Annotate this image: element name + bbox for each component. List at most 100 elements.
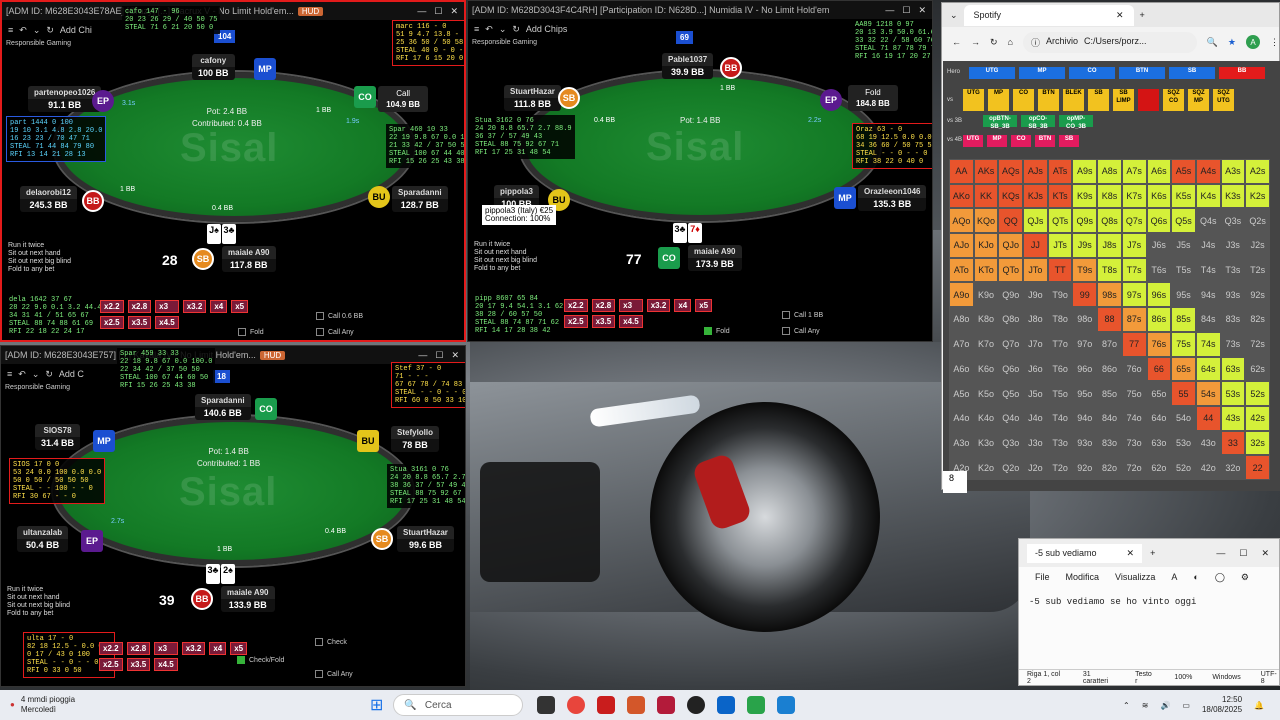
menu-icon[interactable]: ≡ [474,24,479,34]
hand-cell-52o[interactable]: 52o [1171,455,1196,480]
sitout-next-hand-option[interactable]: Sit out next hand [474,249,537,257]
hand-cell-87o[interactable]: 87o [1097,331,1122,357]
hand-cell-Q6o[interactable]: Q6o [998,356,1024,382]
hand-cell-KK[interactable]: KK [973,183,999,209]
hand-cell-JTo[interactable]: JTo [1023,257,1048,283]
bet-button[interactable]: x2.8 [591,299,616,312]
fold-to-any-bet-option[interactable]: Fold to any bet [8,266,71,274]
check-checkbox[interactable]: Check [315,638,347,646]
tab-close-icon[interactable]: ✕ [1127,548,1135,559]
task-view-icon[interactable] [537,696,556,714]
sitout-next-bb-option[interactable]: Sit out next big blind [7,602,70,610]
seat-stuarthazar[interactable]: StuartHazar 111.8 BB [504,85,561,111]
hud-aa89[interactable]: AA89 1218 0 97 20 13 3.9 50.0 61.6 67.7 … [852,19,932,63]
hand-cell-A4o[interactable]: A4o [949,405,974,431]
hand-cell-96s[interactable]: 96s [1146,282,1172,308]
seat-pable1037[interactable]: Pable1037 39.9 BB [662,53,714,79]
menu-edit[interactable]: Modifica [1066,572,1100,582]
hand-cell-KTs[interactable]: KTs [1047,183,1073,209]
hand-cell-T7s[interactable]: T7s [1121,257,1147,283]
hand-cell-Q5s[interactable]: Q5s [1171,208,1196,234]
hand-cell-J7s[interactable]: J7s [1121,233,1147,258]
hand-cell-KQs[interactable]: KQs [998,183,1024,209]
hand-cell-82s[interactable]: 82s [1245,307,1270,332]
hand-cell-J5o[interactable]: J5o [1023,381,1048,406]
undo-icon[interactable]: ↶ [18,369,26,380]
hand-cell-K8s[interactable]: K8s [1097,183,1122,209]
hand-cell-K2o[interactable]: K2o [973,455,999,480]
poker-app-icon[interactable] [597,696,616,714]
hand-cell-J3s[interactable]: J3s [1220,233,1246,258]
hand-cell-Q4s[interactable]: Q4s [1195,208,1221,234]
hand-cell-Q9o[interactable]: Q9o [998,282,1024,308]
hud-pipp[interactable]: pipp 8607 65 84 20 17 9.4 54.1 3.1 62.1 … [472,293,575,337]
notepad-titlebar[interactable]: -5 sub vediamo ✕ + — ☐ ✕ [1019,539,1279,567]
hand-cell-J6o[interactable]: J6o [1023,356,1048,382]
hand-cell-K5o[interactable]: K5o [973,381,999,406]
hand-cell-86s[interactable]: 86s [1146,307,1172,332]
hud-spar[interactable]: Spar 459 33 33 22 18 9.8 67 0.0 100.0 22… [117,348,216,392]
sitout-next-bb-option[interactable]: Sit out next big blind [8,258,71,266]
maximize-icon[interactable]: ☐ [1239,548,1247,559]
hand-cell-T2o[interactable]: T2o [1047,455,1073,480]
hand-cell-Q2s[interactable]: Q2s [1245,208,1270,234]
hand-cell-74s[interactable]: 74s [1195,331,1221,357]
hand-cell-97o[interactable]: 97o [1072,331,1098,357]
hand-cell-Q8s[interactable]: Q8s [1097,208,1122,234]
vsBtns-btn-1[interactable]: MP [988,89,1009,111]
fold-checkbox[interactable]: Fold [238,328,264,336]
run-it-twice-option[interactable]: Run it twice [7,586,70,594]
menu-icon[interactable]: ≡ [7,369,12,379]
hand-cell-ATs[interactable]: ATs [1047,159,1073,184]
browser-window-range-chart[interactable]: ⌄ Spotify ✕ + ← → ↻ ⌂ ⓘ Archivio C:/User… [941,2,1280,493]
hand-cell-Q3o[interactable]: Q3o [998,430,1024,456]
hand-cell-T3o[interactable]: T3o [1047,430,1073,456]
hand-cell-85o[interactable]: 85o [1097,381,1122,406]
weather-widget[interactable]: ● 4 mmdi pioggia Mercoledì [0,695,370,715]
chevron-down-icon[interactable]: ⌄ [499,24,507,35]
chevron-down-icon[interactable]: ⌄ [33,25,41,36]
hand-cell-AKo[interactable]: AKo [949,183,974,209]
hand-cell-99[interactable]: 99 [1072,282,1098,308]
hand-cell-75s[interactable]: 75s [1171,331,1196,357]
seat-ultanzalab[interactable]: ultanzalab 50.4 BB [17,526,69,552]
tab-menu-icon[interactable]: ⌄ [950,10,958,21]
bet-button[interactable]: x3.2 [182,300,207,313]
browser-tab[interactable]: Spotify ✕ [963,4,1134,26]
brave-icon[interactable] [627,696,646,714]
hand-cell-Q8o[interactable]: Q8o [998,307,1024,332]
wifi-icon[interactable]: ≋ [1142,701,1149,710]
favorite-star-icon[interactable]: ★ [1228,37,1236,48]
forward-icon[interactable]: → [971,37,980,47]
hand-cell-K6s[interactable]: K6s [1146,183,1172,209]
hand-cell-54s[interactable]: 54s [1195,381,1221,406]
hand-cell-AQo[interactable]: AQo [949,208,974,234]
hand-cell-82o[interactable]: 82o [1097,455,1122,480]
bet-button[interactable]: x5 [231,300,249,313]
hand-cell-77[interactable]: 77 [1121,331,1147,357]
hand-cell-96o[interactable]: 96o [1072,356,1098,382]
hud-stua[interactable]: Stua 3162 0 76 24 20 8.8 65.7 2.7 88.9 3… [472,115,575,159]
hand-cell-A8s[interactable]: A8s [1097,159,1122,184]
clock[interactable]: 12:50 18/08/2025 [1202,695,1242,715]
heroBtns-btn-2[interactable]: CO [1069,67,1115,79]
hand-cell-T6o[interactable]: T6o [1047,356,1073,382]
hand-cell-J8o[interactable]: J8o [1023,307,1048,332]
bet-button[interactable]: x3 [619,299,643,312]
bet-button[interactable]: x3 [154,642,178,655]
hand-cell-K7o[interactable]: K7o [973,331,999,357]
hand-cell-T7o[interactable]: T7o [1047,331,1073,357]
hand-cell-65s[interactable]: 65s [1171,356,1196,382]
menu-view[interactable]: Visualizza [1115,572,1155,582]
hand-cell-84o[interactable]: 84o [1097,405,1122,431]
hand-cell-Q3s[interactable]: Q3s [1220,208,1246,234]
hud-oraz[interactable]: Oraz 63 - 0 68 19 12.5 0.0 0.0 0.0 34 36… [852,123,932,169]
maximize-icon[interactable]: ☐ [902,5,910,16]
hand-cell-AA[interactable]: AA [949,159,974,184]
hand-cell-K9s[interactable]: K9s [1072,183,1098,209]
hand-cell-K9o[interactable]: K9o [973,282,999,308]
hand-cell-92o[interactable]: 92o [1072,455,1098,480]
minimize-icon[interactable]: — [417,6,426,17]
vsBtns-btn-3[interactable]: BTN [1038,89,1059,111]
zoom-icon[interactable]: 🔍 [1207,37,1218,48]
